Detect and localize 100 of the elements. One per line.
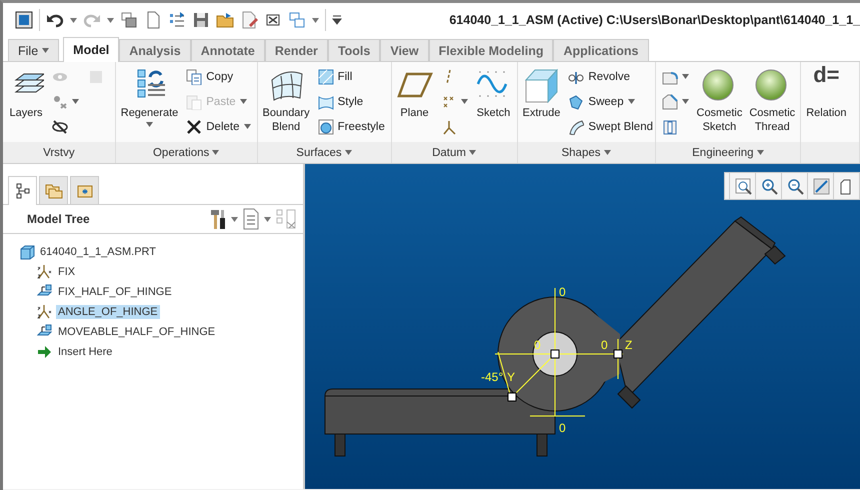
customize-toolbar-icon[interactable] <box>332 15 342 25</box>
ribbon-button[interactable]: Cosmetic Sketch <box>696 66 744 142</box>
hole-icon <box>662 118 678 134</box>
erase-file-icon[interactable] <box>240 11 258 29</box>
ribbon-button[interactable]: Swept Blend <box>566 116 655 137</box>
paste-icon <box>186 94 202 110</box>
ribbon-tab[interactable]: Model <box>63 37 120 62</box>
group-label[interactable]: Surfaces <box>258 142 390 163</box>
ribbon-button[interactable]: Style <box>316 91 387 112</box>
ribbon-button[interactable]: Layers <box>7 66 45 142</box>
ribbon-button[interactable]: Sweep <box>566 91 655 112</box>
ribbon-button[interactable]: Plane <box>396 66 434 142</box>
zoom-out-icon <box>786 177 804 195</box>
tree-item[interactable]: FIX_HALF_OF_HINGE <box>56 285 174 299</box>
dimension-label: -45° <box>481 370 504 384</box>
ribbon-tab[interactable]: Render <box>264 39 328 61</box>
group-label[interactable]: Shapes <box>518 142 654 163</box>
dimension-label: Z <box>625 338 632 352</box>
arrow-icon <box>37 344 53 360</box>
caret-icon <box>756 150 764 155</box>
ribbon-button[interactable]: Extrude <box>522 66 562 142</box>
chamfer-icon <box>662 94 678 110</box>
windows-icon[interactable] <box>288 11 306 29</box>
datum-points-icon <box>440 94 456 110</box>
caret-icon <box>468 150 476 155</box>
sweep-icon <box>568 94 584 110</box>
ribbon-button[interactable]: Sketch <box>474 66 512 142</box>
caret-icon <box>244 124 250 129</box>
dimension-label: 0 <box>559 285 566 299</box>
hide-icon <box>52 118 68 134</box>
caret-icon <box>312 18 319 22</box>
ribbon-button[interactable]: Fill <box>316 66 387 87</box>
group-label[interactable]: Vrstvy <box>3 142 115 163</box>
swept-blend-icon <box>568 118 584 134</box>
caret-icon <box>42 48 50 53</box>
group-label[interactable]: Engineering <box>656 142 800 163</box>
folder-icon[interactable] <box>216 11 234 29</box>
cube-icon <box>523 68 560 104</box>
ribbon-tab[interactable]: Tools <box>328 39 380 61</box>
panel-title: Model Tree <box>27 212 90 226</box>
part-icon <box>19 244 35 260</box>
caret-icon <box>70 18 77 22</box>
coordinate-system-icon <box>440 118 456 134</box>
caret-icon <box>212 150 220 155</box>
ribbon-tab[interactable]: Analysis <box>119 39 191 61</box>
tree-structure-icon <box>14 182 32 200</box>
file-menu[interactable]: File <box>8 39 60 61</box>
coordinate-system-icon <box>37 304 53 320</box>
dimension-label: Y <box>507 370 516 384</box>
caret-icon <box>460 99 468 104</box>
ribbon-button[interactable]: Freestyle <box>316 116 387 137</box>
tree-item[interactable]: Insert Here <box>56 345 114 359</box>
ribbon-button[interactable]: Delete <box>184 116 252 137</box>
ribbon-button[interactable]: Boundary Blend <box>262 66 311 142</box>
copy-icon <box>186 68 202 84</box>
ribbon-tab[interactable]: View <box>380 39 429 61</box>
caret-icon <box>231 216 238 222</box>
caret-icon <box>344 150 352 155</box>
caret-icon <box>628 99 635 104</box>
caret-icon <box>682 99 688 104</box>
tree-item[interactable]: 614040_1_1_ASM.PRT <box>38 245 158 259</box>
window-icon[interactable] <box>120 11 138 29</box>
ribbon-button[interactable]: Copy <box>184 66 252 87</box>
ribbon-button[interactable]: Revolve <box>566 66 655 87</box>
fill-icon <box>318 68 334 84</box>
folders-icon <box>44 182 62 200</box>
tree-item[interactable]: FIX <box>56 265 78 279</box>
ribbon-button[interactable]: d= Relation <box>805 66 848 142</box>
ribbon-button[interactable]: Regenerate <box>120 66 180 142</box>
caret-icon <box>240 99 247 104</box>
style-surface-icon <box>318 94 334 110</box>
ribbon-tab[interactable]: Applications <box>553 39 648 61</box>
app-icon[interactable] <box>15 11 33 29</box>
tree-item[interactable]: MOVEABLE_HALF_OF_HINGE <box>56 325 218 339</box>
list-icon[interactable] <box>168 11 186 29</box>
ribbon-button[interactable]: Cosmetic Thread <box>748 66 796 142</box>
save-icon[interactable] <box>192 11 210 29</box>
group-label[interactable]: Datum <box>392 142 516 163</box>
window-title: 614040_1_1_ASM (Active) C:\Users\Bonar\Desktop\pant\614040_1_1_ <box>449 13 860 27</box>
zoom-fit-icon <box>734 177 752 195</box>
group-label[interactable]: Operations <box>116 142 256 163</box>
repaint-icon <box>812 177 830 195</box>
relation-glyph: d= <box>813 68 840 89</box>
caret-icon <box>107 18 114 22</box>
navigator-tab[interactable] <box>8 176 37 205</box>
dimension-label: 0 <box>534 338 541 352</box>
caret-icon <box>682 74 688 79</box>
caret-icon <box>146 122 153 127</box>
caret-icon <box>72 99 79 104</box>
coordinate-system-icon <box>37 264 53 280</box>
dimension-label: 0 <box>601 338 608 352</box>
tools-icon[interactable] <box>209 208 227 230</box>
dimension-label: 0 <box>559 421 566 435</box>
delete-icon <box>186 118 202 134</box>
freestyle-icon <box>318 118 334 134</box>
tree-item[interactable]: ANGLE_OF_HINGE <box>56 305 160 319</box>
ribbon-tab[interactable]: Flexible Modeling <box>428 39 554 61</box>
ribbon-tab[interactable]: Annotate <box>190 39 265 61</box>
caret-icon <box>604 150 610 155</box>
list-settings-icon[interactable] <box>242 208 260 230</box>
